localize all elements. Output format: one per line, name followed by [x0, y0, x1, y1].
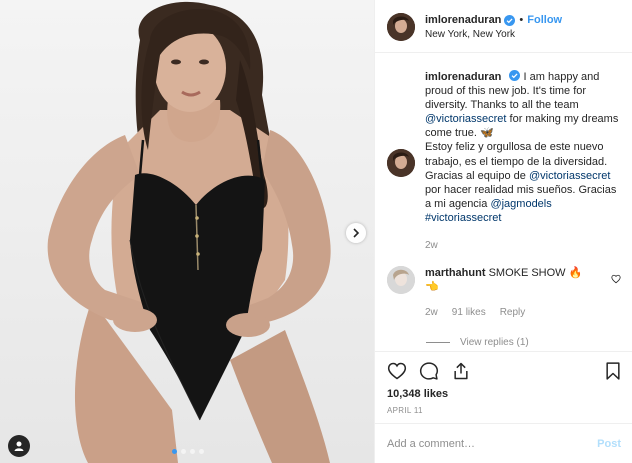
carousel-dot: [199, 449, 204, 454]
post-sidebar: imlorenaduran • Follow New York, New Yor…: [374, 0, 632, 463]
avatar-image: [387, 149, 415, 177]
comment-heart-icon[interactable]: [611, 274, 621, 284]
next-photo-button[interactable]: [346, 223, 366, 243]
chevron-right-icon: [353, 228, 360, 238]
caption-age[interactable]: 2w: [425, 239, 621, 253]
post-photo: [47, 1, 331, 463]
avatar-image: [387, 266, 415, 294]
user-icon: [14, 441, 24, 451]
verified-badge-icon: [509, 70, 521, 81]
commenter-username[interactable]: marthahunt: [425, 267, 486, 279]
follow-button[interactable]: Follow: [527, 13, 562, 27]
heart-icon[interactable]: [387, 361, 407, 381]
hashtag-link[interactable]: #victoriassecret: [425, 212, 501, 224]
carousel-dot: [181, 449, 186, 454]
avatar-image: [387, 13, 415, 41]
mention-link[interactable]: @victoriassecret: [425, 113, 506, 125]
post-location[interactable]: New York, New York: [425, 28, 562, 42]
comment-meta: 2w 91 likes Reply: [425, 306, 595, 320]
post-actions: 10,348 likes APRIL 11: [375, 351, 632, 423]
view-replies-button[interactable]: View replies (1): [426, 337, 529, 348]
instagram-post: imlorenaduran • Follow New York, New Yor…: [0, 0, 632, 463]
post-caption: imlorenaduran I am happy and proud of th…: [387, 70, 627, 253]
caption-author-avatar[interactable]: [387, 149, 415, 177]
carousel-dot: [172, 449, 177, 454]
carousel-dot: [190, 449, 195, 454]
caption-body: imlorenaduran I am happy and proud of th…: [425, 70, 621, 253]
commenter-avatar[interactable]: [387, 266, 415, 294]
bookmark-icon[interactable]: [603, 361, 623, 381]
mention-link[interactable]: @victoriassecret: [529, 170, 610, 182]
post-comment-button[interactable]: Post: [597, 438, 621, 450]
replies-line: [426, 342, 450, 343]
comment-likes[interactable]: 91 likes: [452, 306, 486, 320]
add-comment-bar: Post: [375, 423, 632, 463]
post-header: imlorenaduran • Follow New York, New Yor…: [375, 0, 632, 53]
mention-link[interactable]: @jagmodels: [490, 198, 551, 210]
separator-dot: •: [519, 14, 524, 26]
author-avatar[interactable]: [387, 13, 415, 41]
comment-age[interactable]: 2w: [425, 306, 438, 320]
comments-section[interactable]: imlorenaduran I am happy and proud of th…: [375, 54, 632, 351]
carousel-indicator: [172, 449, 204, 454]
comment-icon[interactable]: [419, 361, 439, 381]
post-media[interactable]: [0, 0, 374, 463]
author-username[interactable]: imlorenaduran: [425, 13, 501, 27]
likes-count[interactable]: 10,348 likes: [387, 388, 448, 400]
header-user-row: imlorenaduran • Follow: [425, 13, 562, 27]
header-text: imlorenaduran • Follow New York, New Yor…: [425, 13, 562, 42]
verified-badge-icon: [504, 14, 516, 26]
post-date[interactable]: APRIL 11: [387, 406, 423, 415]
comment-body: marthahunt SMOKE SHOW 🔥 👈 2w 91 likes Re…: [425, 266, 595, 320]
action-icons: [387, 361, 471, 381]
caption-username[interactable]: imlorenaduran: [425, 71, 501, 83]
comment-item: marthahunt SMOKE SHOW 🔥 👈 2w 91 likes Re…: [387, 266, 627, 320]
reply-button[interactable]: Reply: [500, 306, 526, 320]
share-icon[interactable]: [451, 361, 471, 381]
view-replies-label: View replies (1): [460, 337, 529, 348]
tagged-users-button[interactable]: [8, 435, 30, 457]
comment-input[interactable]: [387, 437, 598, 450]
